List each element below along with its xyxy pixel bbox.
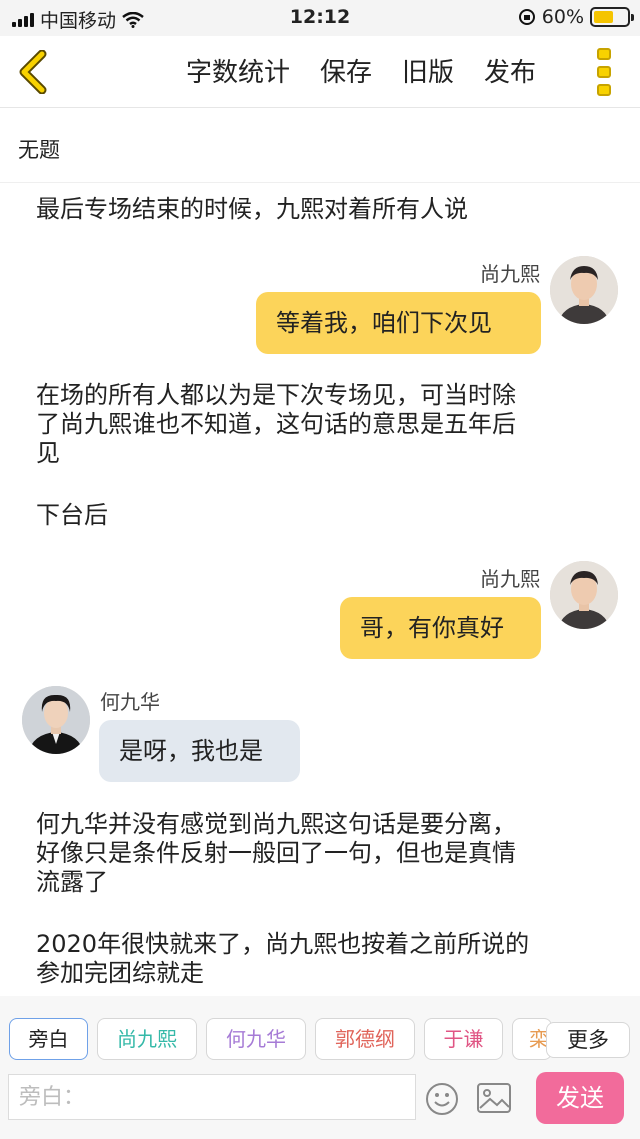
chip-character[interactable]: 于谦 <box>424 1018 503 1060</box>
avatar[interactable] <box>550 256 618 324</box>
battery-fill <box>594 11 614 23</box>
smiley-icon <box>426 1083 458 1115</box>
save-button[interactable]: 保存 <box>320 52 372 89</box>
image-button[interactable] <box>476 1082 512 1114</box>
back-button[interactable] <box>14 49 54 95</box>
narration-text[interactable]: 下台后 <box>36 500 108 530</box>
publish-button[interactable]: 发布 <box>484 52 536 89</box>
chip-character[interactable]: 郭德纲 <box>315 1018 415 1060</box>
message-bubble[interactable]: 哥，有你真好 <box>340 597 541 659</box>
speaker-name: 何九华 <box>100 690 160 714</box>
narration-line[interactable]: 流露了 <box>36 867 108 897</box>
more-menu-icon[interactable] <box>597 48 615 96</box>
image-icon <box>477 1083 511 1113</box>
speaker-name: 尚九熙 <box>480 567 540 591</box>
orientation-lock-icon <box>518 9 535 25</box>
top-nav: 字数统计 保存 旧版 发布 <box>0 36 640 108</box>
document-title[interactable]: 无题 <box>18 134 60 164</box>
chip-character[interactable]: 尚九熙 <box>97 1018 197 1060</box>
avatar[interactable] <box>22 686 90 754</box>
battery-icon <box>590 7 634 27</box>
narration-text[interactable]: 最后专场结束的时候，九熙对着所有人说 <box>36 194 468 224</box>
speaker-name: 尚九熙 <box>480 262 540 286</box>
word-count-button[interactable]: 字数统计 <box>186 52 290 89</box>
message-bubble[interactable]: 是呀，我也是 <box>99 720 300 782</box>
message-input[interactable] <box>8 1074 416 1120</box>
avatar[interactable] <box>550 561 618 629</box>
old-version-button[interactable]: 旧版 <box>402 52 454 89</box>
chevron-left-icon <box>19 49 47 95</box>
status-bar: 中国移动 12:12 60% <box>0 0 640 36</box>
narration-line[interactable]: 在场的所有人都以为是下次专场见，可当时除 <box>36 380 516 410</box>
narration-line[interactable]: 好像只是条件反射一般回了一句，但也是真情 <box>36 838 516 868</box>
send-button[interactable]: 发送 <box>536 1072 624 1124</box>
composer-bar: 发送 <box>0 1068 640 1139</box>
narration-line[interactable]: 参加完团综就走 <box>36 958 204 988</box>
chip-character[interactable]: 何九华 <box>206 1018 306 1060</box>
status-right: 60% <box>518 6 634 28</box>
more-characters-button[interactable]: 更多 <box>546 1022 630 1058</box>
narration-line[interactable]: 何九华并没有感觉到尚九熙这句话是要分离， <box>36 809 516 839</box>
divider <box>0 182 640 183</box>
message-bubble[interactable]: 等着我，咱们下次见 <box>256 292 541 354</box>
chip-narrator[interactable]: 旁白 <box>9 1018 88 1060</box>
battery-percent: 60% <box>541 6 584 28</box>
narration-line[interactable]: 见 <box>36 438 60 468</box>
narration-line[interactable]: 了尚九熙谁也不知道，这句话的意思是五年后 <box>36 409 516 439</box>
nav-actions: 字数统计 保存 旧版 发布 <box>186 52 536 89</box>
emoji-button[interactable] <box>425 1082 459 1116</box>
narration-line[interactable]: 2020年很快就来了，尚九熙也按着之前所说的 <box>36 929 529 959</box>
